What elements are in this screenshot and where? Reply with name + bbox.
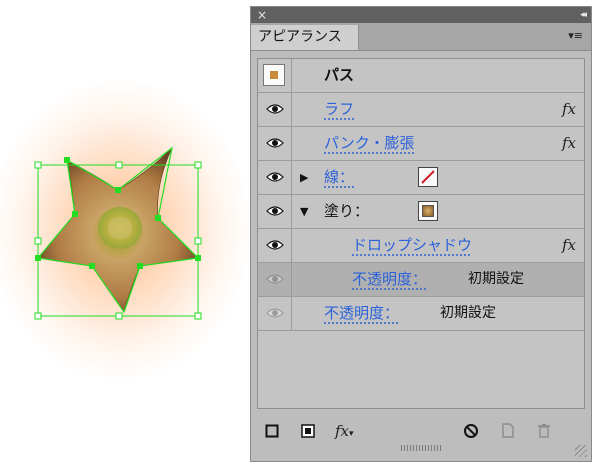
panel-menu-icon[interactable]: ▾≡ [568,29,583,42]
fx-icon: fx [335,422,350,440]
collapse-icon[interactable]: ◂◂ [580,7,587,23]
effect-link-pucker-bloat[interactable]: パンク・膨張 [324,127,414,160]
row-object-opacity[interactable]: 不透明度： 初期設定 [258,297,584,331]
expand-triangle-icon[interactable]: ▶ [300,161,308,194]
fx-icon: fx [561,134,576,152]
visibility-toggle[interactable] [258,195,292,228]
eye-icon [266,240,284,250]
row-label: パス [324,66,355,84]
clear-appearance-button[interactable] [463,421,479,441]
opacity-link[interactable]: 不透明度： [352,263,427,296]
add-new-stroke-button[interactable] [265,421,279,441]
visibility-toggle[interactable] [258,161,292,194]
visibility-toggle[interactable] [258,229,292,262]
fx-icon: fx [561,236,576,254]
add-effect-button[interactable]: fx▾ [335,421,354,441]
row-pucker-bloat[interactable]: パンク・膨張 fx [258,127,584,161]
artboard[interactable] [0,0,250,468]
effect-link-roughen[interactable]: ラフ [324,93,354,126]
add-fill-icon [301,424,315,438]
resize-corner-icon[interactable] [575,445,587,457]
panel-titlebar[interactable]: × ◂◂ [251,7,591,23]
fill-label: 塗り： [324,202,370,220]
appearance-list: パス ラフ fx パンク・膨張 fx ▶ 線： ▼ 塗り： ドロップシャドウ f… [257,58,585,409]
close-icon[interactable]: × [257,7,267,23]
star-object[interactable] [0,0,250,468]
duplicate-item-button[interactable] [501,421,515,441]
eye-icon [266,206,284,216]
row-fill-opacity[interactable]: 不透明度： 初期設定 [258,263,584,297]
panel-resize-grip[interactable] [401,445,441,451]
row-fill[interactable]: ▼ 塗り： [258,195,584,229]
fill-swatch-gradient-icon[interactable] [418,201,438,221]
tab-appearance[interactable]: アピアランス [251,25,359,50]
row-roughen[interactable]: ラフ fx [258,93,584,127]
eye-icon [266,308,284,318]
visibility-toggle[interactable] [258,263,292,296]
effect-link-drop-shadow[interactable]: ドロップシャドウ [352,229,472,262]
bottom-toolbar: fx▾ [251,413,591,449]
eye-icon [266,138,284,148]
eye-icon [266,274,284,284]
stroke-link[interactable]: 線： [324,161,354,194]
add-new-fill-button[interactable] [301,421,315,441]
opacity-link[interactable]: 不透明度： [324,297,399,330]
duplicate-icon [502,423,514,438]
path-thumbnail-icon [263,64,285,86]
visibility-toggle[interactable] [258,93,292,126]
delete-item-button[interactable] [537,421,551,441]
row-drop-shadow[interactable]: ドロップシャドウ fx [258,229,584,263]
clear-icon [464,424,478,438]
appearance-panel: × ◂◂ アピアランス ▾≡ パス ラフ fx パンク・膨張 fx ▶ 線： ▼… [250,6,592,462]
fx-icon: fx [561,100,576,118]
collapse-triangle-icon[interactable]: ▼ [300,195,308,228]
opacity-value: 初期設定 [440,305,496,321]
visibility-toggle[interactable] [258,297,292,330]
add-stroke-icon [265,424,279,438]
trash-icon [538,424,550,438]
eye-icon [266,104,284,114]
row-stroke[interactable]: ▶ 線： [258,161,584,195]
visibility-toggle[interactable] [258,127,292,160]
chevron-down-icon: ▾ [349,429,354,439]
opacity-value: 初期設定 [468,271,524,287]
row-path[interactable]: パス [258,59,584,93]
tab-row: アピアランス ▾≡ [251,23,591,51]
stroke-swatch-none-icon[interactable] [418,167,438,187]
eye-icon [266,172,284,182]
